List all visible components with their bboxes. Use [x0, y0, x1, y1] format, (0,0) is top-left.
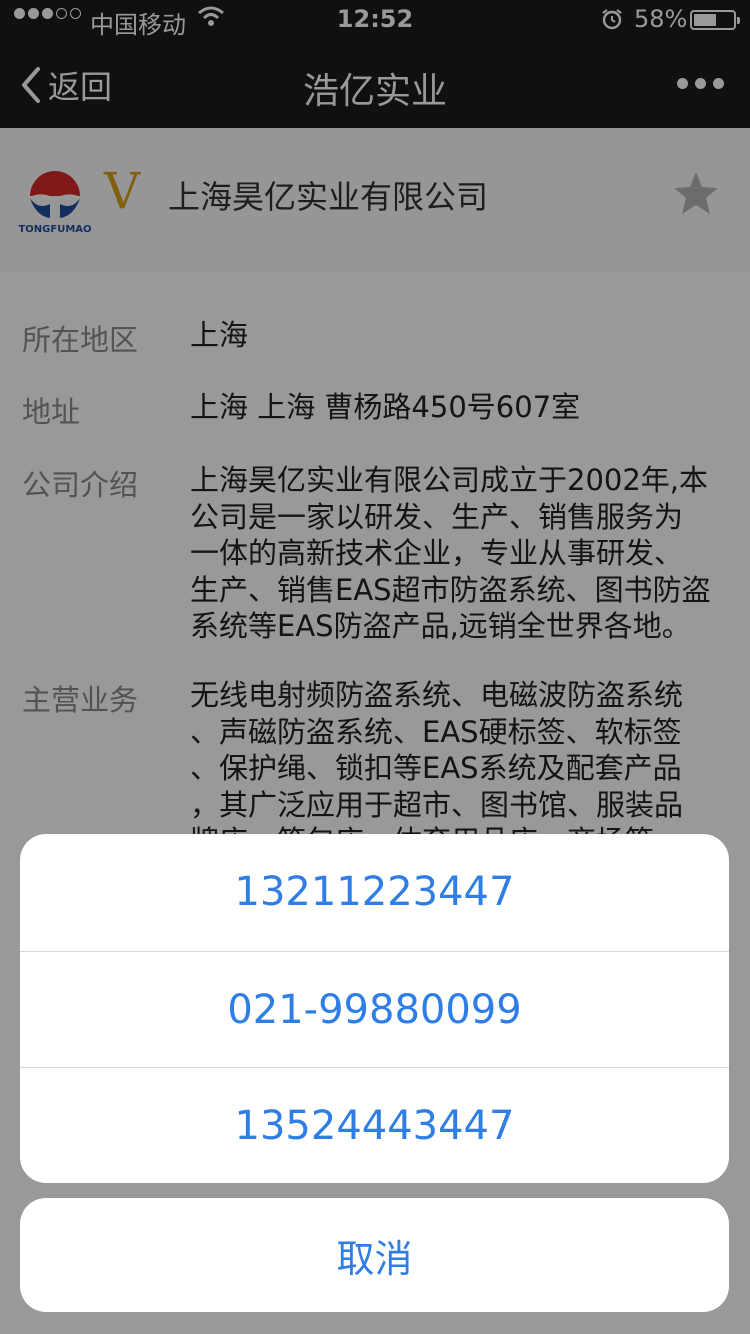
phone-action-sheet: 13211223447 021-99880099 13524443447: [20, 834, 729, 1183]
phone-option-2[interactable]: 021-99880099: [20, 952, 729, 1068]
cancel-button[interactable]: 取消: [20, 1198, 729, 1312]
phone-option-3[interactable]: 13524443447: [20, 1068, 729, 1183]
phone-option-1[interactable]: 13211223447: [20, 834, 729, 950]
